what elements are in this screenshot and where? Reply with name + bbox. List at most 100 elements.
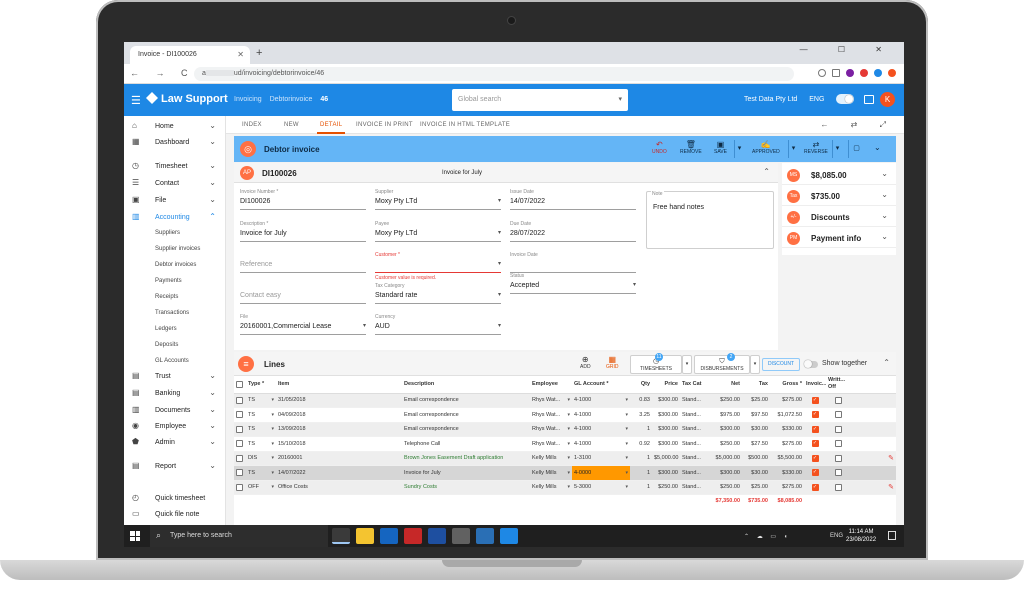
table-row[interactable]: TS ▾ 14/07/2022 Invoice for July Kelly Mills… [234,465,896,481]
sidebar-item-file[interactable]: ▣ File ⌄ [124,194,226,208]
cell-price[interactable]: $300.00 [652,465,680,481]
share-icon[interactable] [818,69,826,77]
avatar[interactable]: K [880,92,895,107]
cell-description[interactable]: Email correspondence [402,393,530,408]
cell-item[interactable]: 14/07/2022 [276,465,402,481]
window-icon[interactable] [864,95,874,104]
col-gl-account[interactable]: GL Account * [572,376,630,394]
breadcrumb-debtorinvoice[interactable]: Debtorinvoice [270,96,313,103]
save-menu-button[interactable]: ▾ [734,140,744,158]
sidebar-subitem-debtor-invoices[interactable]: Debtor invoices [124,259,226,273]
language-selector[interactable]: ENG [809,96,824,103]
sidebar-item-trust[interactable]: ▤ Trust ⌄ [124,370,226,384]
col-written-off[interactable]: Writt... Off [826,376,850,394]
col-qty[interactable]: Qty [630,376,652,394]
reverse-menu-button[interactable]: ▾ [832,140,842,158]
currency-field[interactable]: Currency AUD ▾ [375,314,501,338]
table-row[interactable]: TS ▾ 15/10/2018 Telephone Call Rhys Wat... ▾ 4… [234,436,896,452]
extension-icon[interactable] [874,69,882,77]
chevron-down-icon[interactable]: ▾ [498,260,501,267]
invoiced-checkbox[interactable]: ✓ [804,465,826,481]
cell-tax-cat[interactable]: Stand... [680,465,710,481]
collapse-icon[interactable]: ⌄ [874,143,881,152]
row-checkbox[interactable] [234,480,246,495]
cell-description[interactable]: Brown Jones Easement Draft application [402,451,530,466]
col-net[interactable]: Net [710,376,742,394]
chevron-down-icon[interactable]: ▾ [633,281,636,288]
customer-field[interactable]: Customer * ▾ Customer value is required. [375,252,501,281]
sidebar-item-timesheet[interactable]: ◷ Timesheet ⌄ [124,160,226,174]
due-date-field[interactable]: Due Date 28/07/2022 [510,221,636,245]
sidebar-item-documents[interactable]: ▥ Documents ⌄ [124,404,226,418]
cell-gl-account[interactable]: 5-3000 ▾ [572,480,630,495]
cell-employee[interactable]: Kelly Mills ▾ [530,480,572,495]
cell-item[interactable]: 31/05/2018 [276,393,402,408]
reference-field[interactable]: Reference [240,252,366,276]
row-actions[interactable]: ✎ [850,451,896,466]
add-line-button[interactable]: ⊕ ADD [580,355,591,370]
cell-type[interactable]: DIS ▾ [246,451,276,466]
row-checkbox[interactable] [234,422,246,437]
cell-description[interactable]: Invoice for July [402,465,530,481]
sidebar-subitem-payments[interactable]: Payments [124,275,226,289]
summary-discounts[interactable]: +/- Discounts ⌄ [782,207,896,227]
chevron-down-icon[interactable]: ▾ [618,95,622,103]
disbursements-menu-button[interactable]: ▾ [750,355,760,374]
cell-price[interactable]: $300.00 [652,422,680,437]
extension-icon[interactable] [846,69,854,77]
sidebar-subitem-ledgers[interactable]: Ledgers [124,323,226,337]
chevron-down-icon[interactable]: ▾ [498,322,501,329]
cell-tax-cat[interactable]: Stand... [680,451,710,466]
sidebar-item-employee[interactable]: ◉ Employee ⌄ [124,420,226,434]
table-row[interactable]: DIS ▾ 20160001 Brown Jones Easement Draft a… [234,451,896,466]
cell-employee[interactable]: Rhys Wat... ▾ [530,407,572,423]
written-off-checkbox[interactable] [826,407,850,423]
app-icon[interactable] [404,528,422,544]
col-invoiced[interactable]: Invoic... [804,376,826,394]
chrome-icon[interactable] [332,528,350,544]
cell-type[interactable]: TS ▾ [246,422,276,437]
new-tab-button[interactable]: + [256,47,262,59]
written-off-checkbox[interactable] [826,422,850,437]
col-tax[interactable]: Tax [742,376,770,394]
supplier-field[interactable]: Supplier Moxy Pty LTd ▾ [375,189,501,213]
note-field[interactable]: Note Free hand notes [646,191,774,249]
cell-price[interactable]: $300.00 [652,436,680,452]
cell-description[interactable]: Email correspondence [402,422,530,437]
cell-tax-cat[interactable]: Stand... [680,480,710,495]
invoiced-checkbox[interactable]: ✓ [804,393,826,408]
disbursements-button[interactable]: ⛉ DISBURSEMENTS 2 [694,353,750,374]
tab-detail[interactable]: DETAIL [316,122,346,134]
save-button[interactable]: ▣ SAVE [714,140,727,155]
cell-type[interactable]: TS ▾ [246,407,276,423]
remove-button[interactable]: 🗑 REMOVE [680,140,702,155]
tax-category-field[interactable]: Tax Category Standard rate ▾ [375,283,501,307]
chevron-down-icon[interactable]: ▾ [498,229,501,236]
comment-icon[interactable]: ▢ [848,140,864,158]
payee-field[interactable]: Payee Moxy Pty LTd ▾ [375,221,501,245]
cell-item[interactable]: 15/10/2018 [276,436,402,452]
invoiced-checkbox[interactable]: ✓ [804,422,826,437]
select-all-checkbox[interactable] [234,376,246,394]
col-tax-cat[interactable]: Tax Cat [680,376,710,394]
col-employee[interactable]: Employee [530,376,572,394]
cell-employee[interactable]: Rhys Wat... ▾ [530,436,572,452]
cell-qty[interactable]: 1 [630,422,652,437]
invoiced-checkbox[interactable]: ✓ [804,436,826,452]
vscode-icon[interactable] [500,528,518,544]
cell-price[interactable]: $300.00 [652,407,680,423]
invoiced-checkbox[interactable]: ✓ [804,480,826,495]
reverse-button[interactable]: ⇄ REVERSE [804,140,828,155]
sidebar-subitem-supplier-invoices[interactable]: Supplier invoices [124,243,226,257]
cell-item[interactable]: 20160001 [276,451,402,466]
cell-price[interactable]: $250.00 [652,480,680,495]
table-row[interactable]: TS ▾ 04/09/2018 Email correspondence Rhys Wa… [234,407,896,423]
clock[interactable]: 11:14 AM 23/08/2022 [846,528,876,544]
col-type[interactable]: Type * [246,376,276,394]
cell-type[interactable]: TS ▾ [246,465,276,481]
tab-invoice-in-html-template[interactable]: INVOICE IN HTML TEMPLATE [420,122,510,128]
col-item[interactable]: Item [276,376,402,394]
cell-qty[interactable]: 0.92 [630,436,652,452]
approved-button[interactable]: ✍ APPROVED [752,140,780,155]
cell-qty[interactable]: 3.25 [630,407,652,423]
